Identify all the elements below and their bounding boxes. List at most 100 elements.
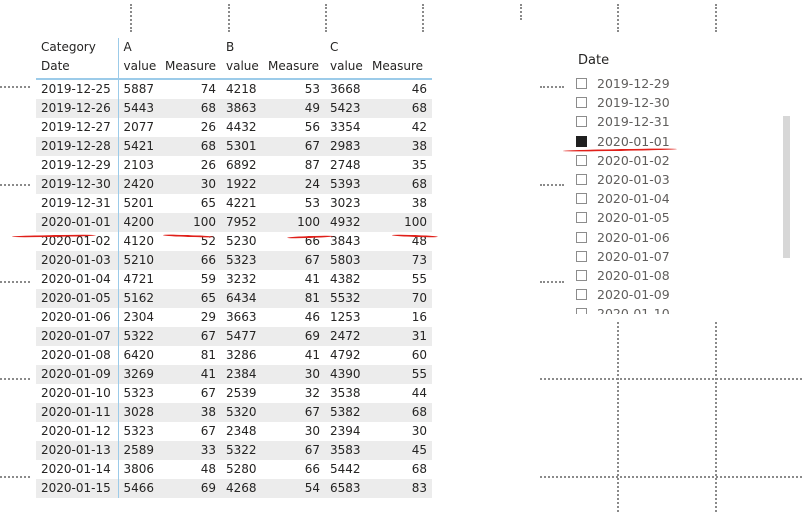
slicer-item[interactable]: 2020-01-05 [576,208,776,227]
table-row[interactable]: 2020-01-03 5210 66 5323 67 5803 73 [36,251,433,270]
row-date-cell[interactable]: 2020-01-11 [36,403,119,422]
measure-cell[interactable]: 56 [263,118,326,137]
row-date-cell[interactable]: 2020-01-03 [36,251,119,270]
measure-cell[interactable]: 68 [160,99,221,118]
measure-cell[interactable]: 30 [263,365,326,384]
row-date-cell[interactable]: 2020-01-07 [36,327,119,346]
value-cell[interactable]: 5382 [325,403,368,422]
row-date-cell[interactable]: 2020-01-04 [36,270,119,289]
value-cell[interactable]: 3286 [221,346,263,365]
measure-cell[interactable]: 53 [263,194,326,213]
row-date-cell[interactable]: 2019-12-31 [36,194,119,213]
table-row[interactable]: 2019-12-27 2077 26 4432 56 3354 42 [36,118,433,137]
value-cell[interactable]: 3269 [118,365,160,384]
checkbox-icon[interactable] [576,193,587,205]
value-cell[interactable]: 6892 [221,156,263,175]
value-cell[interactable]: 4120 [118,232,160,251]
value-cell[interactable]: 5477 [221,327,263,346]
measure-cell[interactable]: 59 [160,270,221,289]
value-cell[interactable]: 4792 [325,346,368,365]
value-cell[interactable]: 2394 [325,422,368,441]
measure-cell[interactable]: 68 [367,175,433,194]
measure-cell[interactable]: 70 [367,289,433,308]
measure-cell[interactable]: 83 [367,479,433,498]
measure-column-header[interactable]: Measure [263,57,326,80]
value-cell[interactable]: 1253 [325,308,368,327]
measure-cell[interactable]: 68 [367,460,433,479]
row-date-cell[interactable]: 2019-12-30 [36,175,119,194]
measure-cell[interactable]: 100 [367,213,433,232]
table-row[interactable]: 2019-12-25 5887 74 4218 53 3668 46 [36,79,433,99]
value-cell[interactable]: 5210 [118,251,160,270]
value-cell[interactable]: 4721 [118,270,160,289]
checkbox-icon[interactable] [576,97,587,109]
table-row[interactable]: 2020-01-07 5322 67 5477 69 2472 31 [36,327,433,346]
table-row[interactable]: 2020-01-11 3028 38 5320 67 5382 68 [36,403,433,422]
table-row[interactable]: 2019-12-26 5443 68 3863 49 5423 68 [36,99,433,118]
value-cell[interactable]: 5162 [118,289,160,308]
value-cell[interactable]: 1922 [221,175,263,194]
row-date-cell[interactable]: 2019-12-29 [36,156,119,175]
table-row[interactable]: 2020-01-05 5162 65 6434 81 5532 70 [36,289,433,308]
table-row[interactable]: 2019-12-29 2103 26 6892 87 2748 35 [36,156,433,175]
value-cell[interactable]: 5442 [325,460,368,479]
measure-cell[interactable]: 54 [263,479,326,498]
row-date-cell[interactable]: 2019-12-28 [36,137,119,156]
value-cell[interactable]: 4221 [221,194,263,213]
value-cell[interactable]: 2539 [221,384,263,403]
value-cell[interactable]: 3538 [325,384,368,403]
value-cell[interactable]: 3863 [221,99,263,118]
table-row[interactable]: 2020-01-14 3806 48 5280 66 5442 68 [36,460,433,479]
measure-cell[interactable]: 69 [160,479,221,498]
value-cell[interactable]: 5393 [325,175,368,194]
value-cell[interactable]: 3583 [325,441,368,460]
checkbox-icon[interactable] [576,308,587,314]
row-date-cell[interactable]: 2020-01-01 [36,213,119,232]
row-date-cell[interactable]: 2019-12-27 [36,118,119,137]
value-cell[interactable]: 5443 [118,99,160,118]
checkbox-icon[interactable] [576,231,587,243]
measure-cell[interactable]: 26 [160,156,221,175]
value-column-header[interactable]: value [221,57,263,80]
slicer-item[interactable]: 2020-01-01 [576,132,776,151]
slicer-item[interactable]: 2020-01-09 [576,285,776,304]
value-cell[interactable]: 3668 [325,79,368,99]
table-row[interactable]: 2020-01-15 5466 69 4268 54 6583 83 [36,479,433,498]
row-date-cell[interactable]: 2020-01-13 [36,441,119,460]
measure-cell[interactable]: 41 [263,270,326,289]
row-date-cell[interactable]: 2020-01-05 [36,289,119,308]
slicer-item[interactable]: 2019-12-30 [576,93,776,112]
value-cell[interactable]: 3232 [221,270,263,289]
checkbox-icon[interactable] [576,212,587,224]
table-row[interactable]: 2019-12-31 5201 65 4221 53 3023 38 [36,194,433,213]
value-cell[interactable]: 5887 [118,79,160,99]
slicer-item[interactable]: 2019-12-29 [576,74,776,93]
measure-cell[interactable]: 73 [367,251,433,270]
measure-cell[interactable]: 67 [263,441,326,460]
value-cell[interactable]: 3354 [325,118,368,137]
slicer-item[interactable]: 2020-01-07 [576,247,776,266]
measure-cell[interactable]: 16 [367,308,433,327]
value-cell[interactable]: 2348 [221,422,263,441]
checkbox-icon[interactable] [576,289,587,301]
value-cell[interactable]: 5323 [118,422,160,441]
value-cell[interactable]: 6434 [221,289,263,308]
measure-cell[interactable]: 68 [367,403,433,422]
measure-cell[interactable]: 38 [160,403,221,422]
checkbox-icon[interactable] [576,154,587,166]
value-cell[interactable]: 2304 [118,308,160,327]
value-cell[interactable]: 5323 [221,251,263,270]
value-cell[interactable]: 4390 [325,365,368,384]
measure-cell[interactable]: 46 [263,308,326,327]
value-cell[interactable]: 4932 [325,213,368,232]
checkbox-icon[interactable] [576,174,587,186]
value-cell[interactable]: 5532 [325,289,368,308]
measure-cell[interactable]: 41 [263,346,326,365]
row-date-cell[interactable]: 2020-01-10 [36,384,119,403]
measure-cell[interactable]: 55 [367,365,433,384]
measure-cell[interactable]: 30 [263,422,326,441]
measure-cell[interactable]: 69 [263,327,326,346]
value-column-header[interactable]: value [325,57,368,80]
measure-cell[interactable]: 38 [367,137,433,156]
measure-cell[interactable]: 53 [263,79,326,99]
